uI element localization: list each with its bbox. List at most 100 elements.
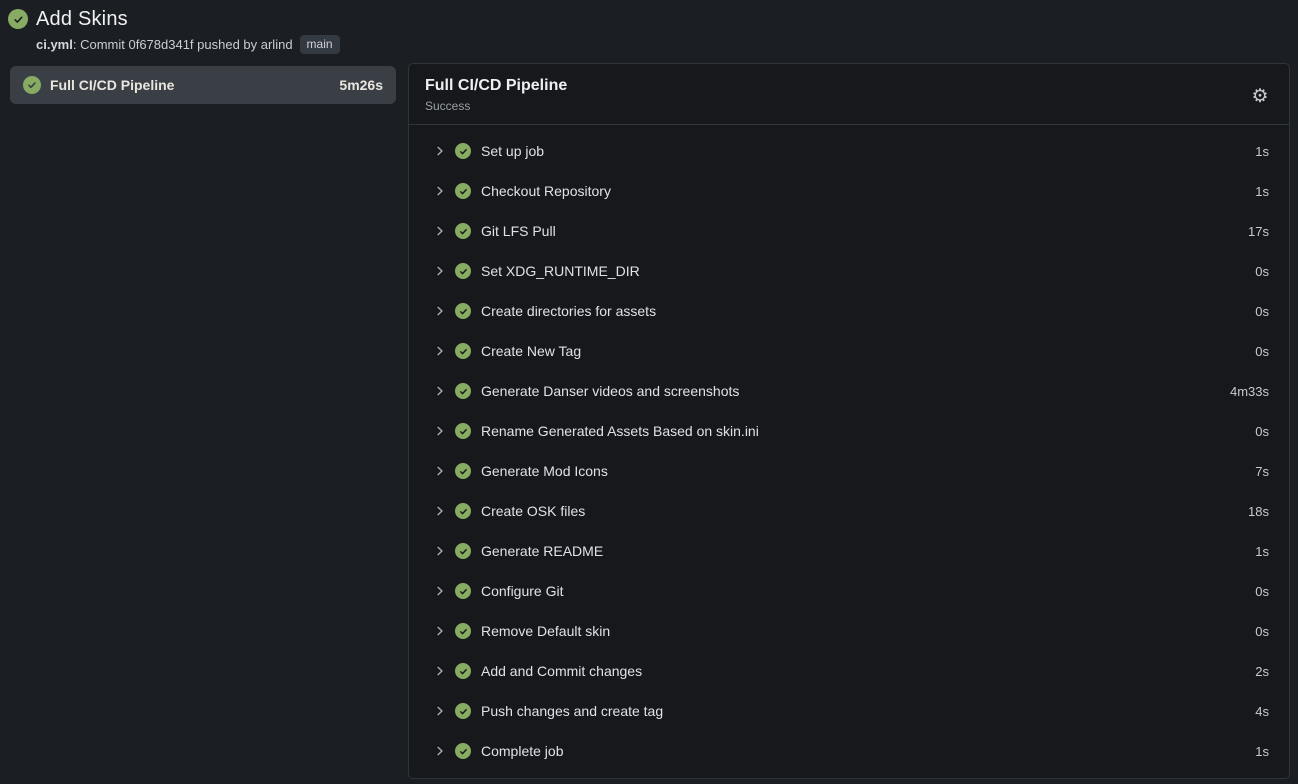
run-success-check-icon (8, 9, 28, 29)
step-name: Push changes and create tag (479, 703, 1247, 719)
chevron-right-icon[interactable] (433, 344, 447, 358)
step-success-check-icon (455, 383, 471, 399)
chevron-right-icon[interactable] (433, 584, 447, 598)
gear-icon[interactable]: ⚙︎ (1248, 84, 1272, 108)
run-subtitle: ci.yml: Commit 0f678d341f pushed by arli… (36, 35, 1290, 54)
step-name: Generate Mod Icons (479, 463, 1247, 479)
step-row[interactable]: Create OSK files 18s (433, 491, 1269, 531)
step-row[interactable]: Remove Default skin 0s (433, 611, 1269, 651)
step-success-check-icon (455, 423, 471, 439)
chevron-right-icon[interactable] (433, 744, 447, 758)
step-row[interactable]: Push changes and create tag 4s (433, 691, 1269, 731)
chevron-right-icon[interactable] (433, 264, 447, 278)
step-name: Configure Git (479, 583, 1247, 599)
step-success-check-icon (455, 183, 471, 199)
step-name: Checkout Repository (479, 183, 1247, 199)
step-row[interactable]: Generate Mod Icons 7s (433, 451, 1269, 491)
step-success-check-icon (455, 303, 471, 319)
chevron-right-icon[interactable] (433, 544, 447, 558)
step-duration: 18s (1248, 504, 1269, 519)
chevron-right-icon[interactable] (433, 624, 447, 638)
commit-info-text: : Commit 0f678d341f pushed by arlind (73, 37, 293, 52)
chevron-right-icon[interactable] (433, 664, 447, 678)
step-success-check-icon (455, 143, 471, 159)
chevron-right-icon[interactable] (433, 704, 447, 718)
run-title: Add Skins (36, 8, 128, 31)
step-success-check-icon (455, 583, 471, 599)
chevron-right-icon[interactable] (433, 184, 447, 198)
step-name: Set up job (479, 143, 1247, 159)
steps-list: Set up job 1s (409, 125, 1289, 778)
step-row[interactable]: Checkout Repository 1s (433, 171, 1269, 211)
chevron-right-icon[interactable] (433, 384, 447, 398)
step-name: Create OSK files (479, 503, 1240, 519)
step-success-check-icon (455, 503, 471, 519)
commit-message: ci.yml: Commit 0f678d341f pushed by arli… (36, 37, 293, 52)
step-name: Git LFS Pull (479, 223, 1240, 239)
step-row[interactable]: Generate README 1s (433, 531, 1269, 571)
step-duration: 0s (1255, 424, 1269, 439)
jobs-sidebar: Full CI/CD Pipeline 5m26s (8, 63, 396, 104)
step-row[interactable]: Create directories for assets 0s (433, 291, 1269, 331)
chevron-right-icon[interactable] (433, 504, 447, 518)
step-success-check-icon (455, 263, 471, 279)
job-duration: 5m26s (339, 77, 383, 93)
job-panel-title: Full CI/CD Pipeline (425, 76, 1269, 96)
step-row[interactable]: Add and Commit changes 2s (433, 651, 1269, 691)
step-duration: 0s (1255, 624, 1269, 639)
chevron-right-icon[interactable] (433, 464, 447, 478)
job-panel-header: Full CI/CD Pipeline Success ⚙︎ (409, 64, 1289, 124)
step-row[interactable]: Complete job 1s (433, 731, 1269, 771)
step-success-check-icon (455, 463, 471, 479)
step-duration: 1s (1255, 184, 1269, 199)
run-content: Full CI/CD Pipeline 5m26s Full CI/CD Pip… (8, 63, 1290, 779)
step-duration: 2s (1255, 664, 1269, 679)
step-success-check-icon (455, 343, 471, 359)
step-name: Create New Tag (479, 343, 1247, 359)
step-duration: 0s (1255, 344, 1269, 359)
job-detail-panel: Full CI/CD Pipeline Success ⚙︎ (408, 63, 1290, 779)
branch-badge[interactable]: main (300, 35, 340, 54)
step-row[interactable]: Generate Danser videos and screenshots 4… (433, 371, 1269, 411)
step-duration: 7s (1255, 464, 1269, 479)
step-name: Remove Default skin (479, 623, 1247, 639)
step-success-check-icon (455, 543, 471, 559)
job-name: Full CI/CD Pipeline (50, 77, 330, 93)
workflow-file-name: ci.yml (36, 37, 73, 52)
step-name: Create directories for assets (479, 303, 1247, 319)
step-row[interactable]: Set up job 1s (433, 131, 1269, 171)
step-duration: 1s (1255, 544, 1269, 559)
step-duration: 0s (1255, 304, 1269, 319)
step-duration: 1s (1255, 144, 1269, 159)
chevron-right-icon[interactable] (433, 304, 447, 318)
step-name: Generate Danser videos and screenshots (479, 383, 1222, 399)
chevron-right-icon[interactable] (433, 424, 447, 438)
step-success-check-icon (455, 223, 471, 239)
step-row[interactable]: Rename Generated Assets Based on skin.in… (433, 411, 1269, 451)
step-name: Generate README (479, 543, 1247, 559)
step-name: Complete job (479, 743, 1247, 759)
step-duration: 4s (1255, 704, 1269, 719)
step-name: Set XDG_RUNTIME_DIR (479, 263, 1247, 279)
chevron-right-icon[interactable] (433, 144, 447, 158)
step-duration: 4m33s (1230, 384, 1269, 399)
step-success-check-icon (455, 743, 471, 759)
job-item-full-cicd-pipeline[interactable]: Full CI/CD Pipeline 5m26s (10, 66, 396, 104)
step-name: Rename Generated Assets Based on skin.in… (479, 423, 1247, 439)
step-row[interactable]: Configure Git 0s (433, 571, 1269, 611)
step-duration: 0s (1255, 584, 1269, 599)
chevron-right-icon[interactable] (433, 224, 447, 238)
step-duration: 0s (1255, 264, 1269, 279)
job-status-text: Success (425, 99, 1269, 114)
actions-run-page: Add Skins ci.yml: Commit 0f678d341f push… (0, 0, 1298, 784)
job-success-check-icon (23, 76, 41, 94)
step-row[interactable]: Create New Tag 0s (433, 331, 1269, 371)
step-success-check-icon (455, 703, 471, 719)
step-success-check-icon (455, 663, 471, 679)
step-row[interactable]: Git LFS Pull 17s (433, 211, 1269, 251)
step-duration: 1s (1255, 744, 1269, 759)
step-row[interactable]: Set XDG_RUNTIME_DIR 0s (433, 251, 1269, 291)
step-name: Add and Commit changes (479, 663, 1247, 679)
step-success-check-icon (455, 623, 471, 639)
step-duration: 17s (1248, 224, 1269, 239)
